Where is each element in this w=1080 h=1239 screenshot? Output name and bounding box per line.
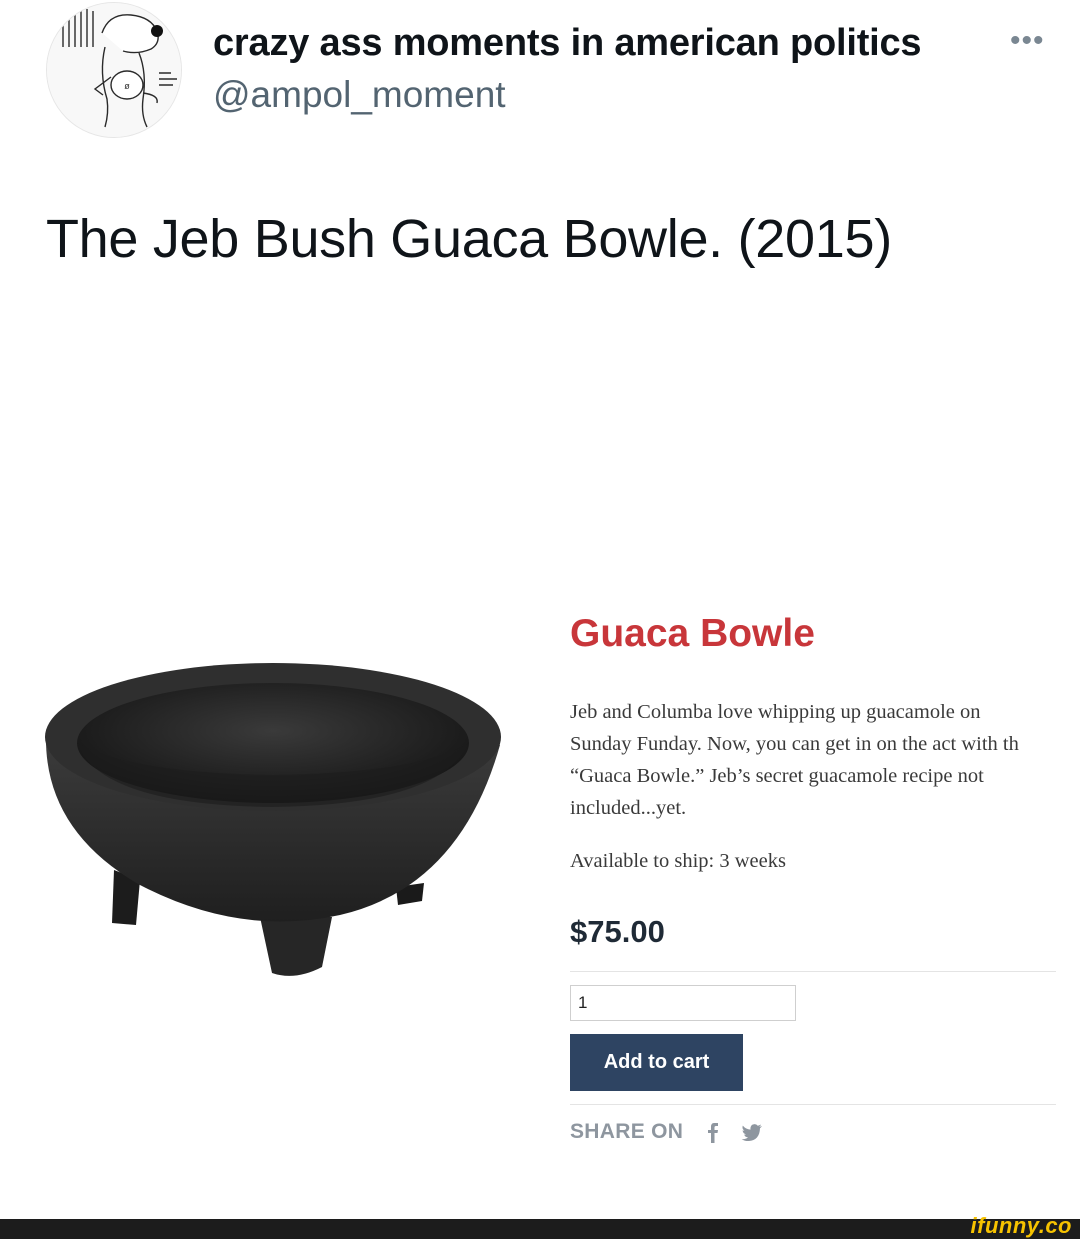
user-handle[interactable]: @ampol_moment [213,74,506,116]
divider [570,1104,1056,1105]
ellipsis-icon[interactable]: ••• [1010,24,1045,58]
description-line: Jeb and Columba love whipping up guacamo… [570,701,981,723]
facebook-icon[interactable] [702,1119,726,1145]
share-label: SHARE ON [570,1120,684,1143]
bowl-product-image [40,655,510,990]
shipping-info: Available to ship: 3 weeks [570,850,786,872]
add-to-cart-button[interactable]: Add to cart [570,1034,743,1091]
watermark-bar: ifunny.co [0,1213,1080,1239]
display-name[interactable]: crazy ass moments in american politics [213,22,922,65]
divider [570,971,1056,972]
description-line: included...yet. [570,797,687,819]
quantity-input[interactable] [570,985,796,1021]
svg-text:ø: ø [124,81,130,91]
description-line: Sunday Funday. Now, you can get in on th… [570,733,1019,755]
product-title: Guaca Bowle [570,612,815,655]
molcajete-bowl-icon [45,663,501,976]
product-description: Jeb and Columba love whipping up guacamo… [570,696,1070,824]
ifunny-watermark: ifunny.co [970,1213,1072,1238]
avatar[interactable]: ø [46,2,182,138]
cartoon-dog-avatar-image: ø [47,3,181,137]
product-price: $75.00 [570,914,665,949]
twitter-icon[interactable] [740,1119,764,1145]
tweet-text: The Jeb Bush Guaca Bowle. (2015) [46,209,892,269]
description-line: “Guaca Bowle.” Jeb’s secret guacamole re… [570,765,984,787]
